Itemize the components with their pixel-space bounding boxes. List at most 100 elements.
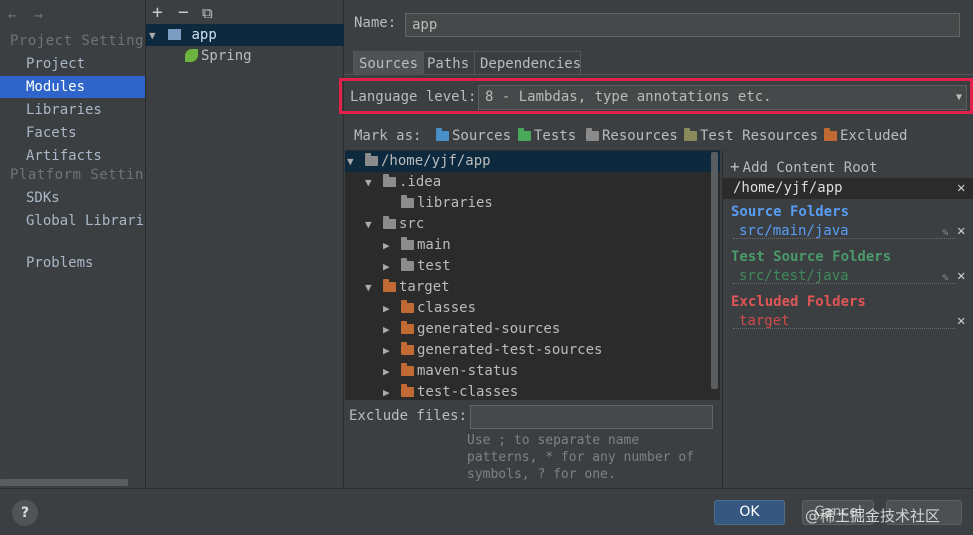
mark-test-resources-button[interactable]: Test Resources [684, 128, 818, 144]
exclude-files-label: Exclude files: [349, 408, 468, 424]
nav-item-artifacts[interactable]: Artifacts [0, 145, 145, 167]
nav-item-project[interactable]: Project [0, 53, 145, 75]
mark-tests-label: Tests [534, 128, 577, 144]
tree-node-label: test-classes [417, 384, 519, 400]
mark-excluded-button[interactable]: Excluded [824, 128, 907, 144]
tree-node-src[interactable]: ▼ src [365, 214, 424, 235]
source-folder-divider [733, 238, 955, 239]
file-tree[interactable]: ▼ /home/yjf/app ▼ .idea libraries ▼ src ▶ ma… [345, 150, 720, 400]
edit-pencil-icon[interactable]: ✎ [942, 226, 949, 239]
tree-node-label: test [417, 258, 451, 274]
collapse-arrow-icon[interactable]: ▶ [383, 256, 401, 277]
mark-resources-label: Resources [602, 128, 678, 144]
tree-node-idea[interactable]: ▼ .idea [365, 172, 441, 193]
remove-source-folder-icon[interactable]: ✕ [957, 223, 965, 239]
add-content-root-button[interactable]: + Add Content Root [730, 157, 878, 176]
mark-resources-button[interactable]: Resources [586, 128, 678, 144]
folder-icon [383, 174, 396, 187]
collapse-arrow-icon[interactable]: ▶ [383, 382, 401, 400]
tree-node-label: maven-status [417, 363, 519, 379]
remove-content-root-icon[interactable]: ✕ [957, 180, 965, 196]
tree-node-test-classes[interactable]: ▶ test-classes [383, 382, 518, 400]
nav-item-global-libraries[interactable]: Global Libraries [0, 210, 145, 232]
collapse-arrow-icon[interactable]: ▶ [383, 319, 401, 340]
source-folder-path[interactable]: src/main/java [739, 223, 849, 239]
nav-item-libraries[interactable]: Libraries [0, 99, 145, 121]
expand-arrow-icon[interactable]: ▼ [149, 29, 156, 42]
remove-module-icon[interactable]: − [178, 2, 189, 23]
mark-excluded-label: Excluded [840, 128, 908, 144]
tree-vertical-scrollbar[interactable] [711, 152, 718, 389]
tab-dependencies[interactable]: Dependencies [474, 51, 581, 75]
forward-arrow-icon[interactable]: → [34, 6, 43, 24]
folder-icon [401, 258, 414, 271]
mark-tests-button[interactable]: Tests [518, 128, 576, 144]
collapse-arrow-icon[interactable]: ▶ [383, 340, 401, 361]
excluded-folder-path[interactable]: target [739, 313, 790, 329]
tree-node-classes[interactable]: ▶ classes [383, 298, 476, 319]
language-level-label: Language level: [350, 89, 477, 105]
excluded-folder-icon [401, 384, 414, 397]
tab-divider [345, 74, 973, 75]
folder-icon [401, 195, 414, 208]
tab-paths[interactable]: Paths [421, 51, 476, 75]
excluded-folders-header: Excluded Folders [731, 294, 866, 310]
exclude-hint-line-1: Use ; to separate name [467, 433, 640, 448]
excluded-folder-icon [401, 300, 414, 313]
expand-arrow-icon[interactable]: ▼ [365, 214, 383, 235]
back-arrow-icon[interactable]: ← [8, 6, 17, 24]
nav-horizontal-scrollbar[interactable] [0, 479, 128, 486]
tree-node-test[interactable]: ▶ test [383, 256, 451, 277]
tree-node-label: main [417, 237, 451, 253]
nav-item-problems[interactable]: Problems [0, 252, 145, 274]
tree-node-main[interactable]: ▶ main [383, 235, 451, 256]
nav-item-sdks[interactable]: SDKs [0, 187, 145, 209]
tree-node-label: classes [417, 300, 477, 316]
tree-node-generated-sources[interactable]: ▶ generated-sources [383, 319, 560, 340]
tree-node-label: /home/yjf/app [381, 153, 491, 169]
collapse-arrow-icon[interactable]: ▶ [383, 361, 401, 382]
add-module-icon[interactable]: + [152, 2, 163, 23]
tree-node-label: .idea [399, 174, 442, 190]
module-name: app [191, 27, 217, 43]
test-source-folder-path[interactable]: src/test/java [739, 268, 849, 284]
remove-test-folder-icon[interactable]: ✕ [957, 268, 965, 284]
facet-item-spring[interactable]: Spring [185, 46, 252, 66]
content-root-path[interactable]: /home/yjf/app [733, 180, 843, 196]
nav-item-facets[interactable]: Facets [0, 122, 145, 144]
excluded-folder-divider [733, 328, 955, 329]
tree-node-generated-test-sources[interactable]: ▶ generated-test-sources [383, 340, 602, 361]
expand-arrow-icon[interactable]: ▼ [365, 277, 383, 298]
folder-icon [401, 237, 414, 250]
settings-nav: ← → Project Settings Project Modules Lib… [0, 0, 146, 488]
tree-node-target[interactable]: ▼ target [365, 277, 450, 298]
tree-node-maven-status[interactable]: ▶ maven-status [383, 361, 518, 382]
collapse-arrow-icon[interactable]: ▶ [383, 235, 401, 256]
help-button[interactable]: ? [12, 500, 38, 526]
exclude-hint-line-2: patterns, * for any number of [467, 450, 694, 465]
ok-button[interactable]: OK [714, 500, 785, 525]
nav-item-modules[interactable]: Modules [0, 76, 145, 98]
tree-node-label: generated-sources [417, 321, 561, 337]
remove-excluded-folder-icon[interactable]: ✕ [957, 313, 965, 329]
source-folders-header: Source Folders [731, 204, 850, 220]
excluded-folder-icon [824, 128, 837, 141]
tree-node-label: libraries [417, 195, 493, 211]
excluded-folder-icon [401, 342, 414, 355]
module-item-app[interactable]: ▼ app [149, 25, 217, 46]
edit-pencil-icon[interactable]: ✎ [942, 271, 949, 284]
exclude-files-input[interactable] [470, 405, 713, 429]
copy-module-icon[interactable]: ⧉ [202, 4, 213, 22]
expand-arrow-icon[interactable]: ▼ [365, 172, 383, 193]
expand-arrow-icon[interactable]: ▼ [347, 151, 365, 172]
add-content-root-label: Add Content Root [742, 160, 878, 176]
collapse-arrow-icon[interactable]: ▶ [383, 298, 401, 319]
mark-sources-button[interactable]: Sources [436, 128, 511, 144]
sources-folder-icon [436, 128, 449, 141]
tree-node-libraries[interactable]: libraries [401, 193, 493, 214]
language-level-select[interactable]: 8 - Lambdas, type annotations etc. ▼ [478, 85, 967, 110]
tab-sources[interactable]: Sources [353, 51, 425, 75]
tree-node-root[interactable]: ▼ /home/yjf/app [345, 151, 720, 172]
resources-folder-icon [586, 128, 599, 141]
name-field[interactable]: app [405, 13, 960, 37]
